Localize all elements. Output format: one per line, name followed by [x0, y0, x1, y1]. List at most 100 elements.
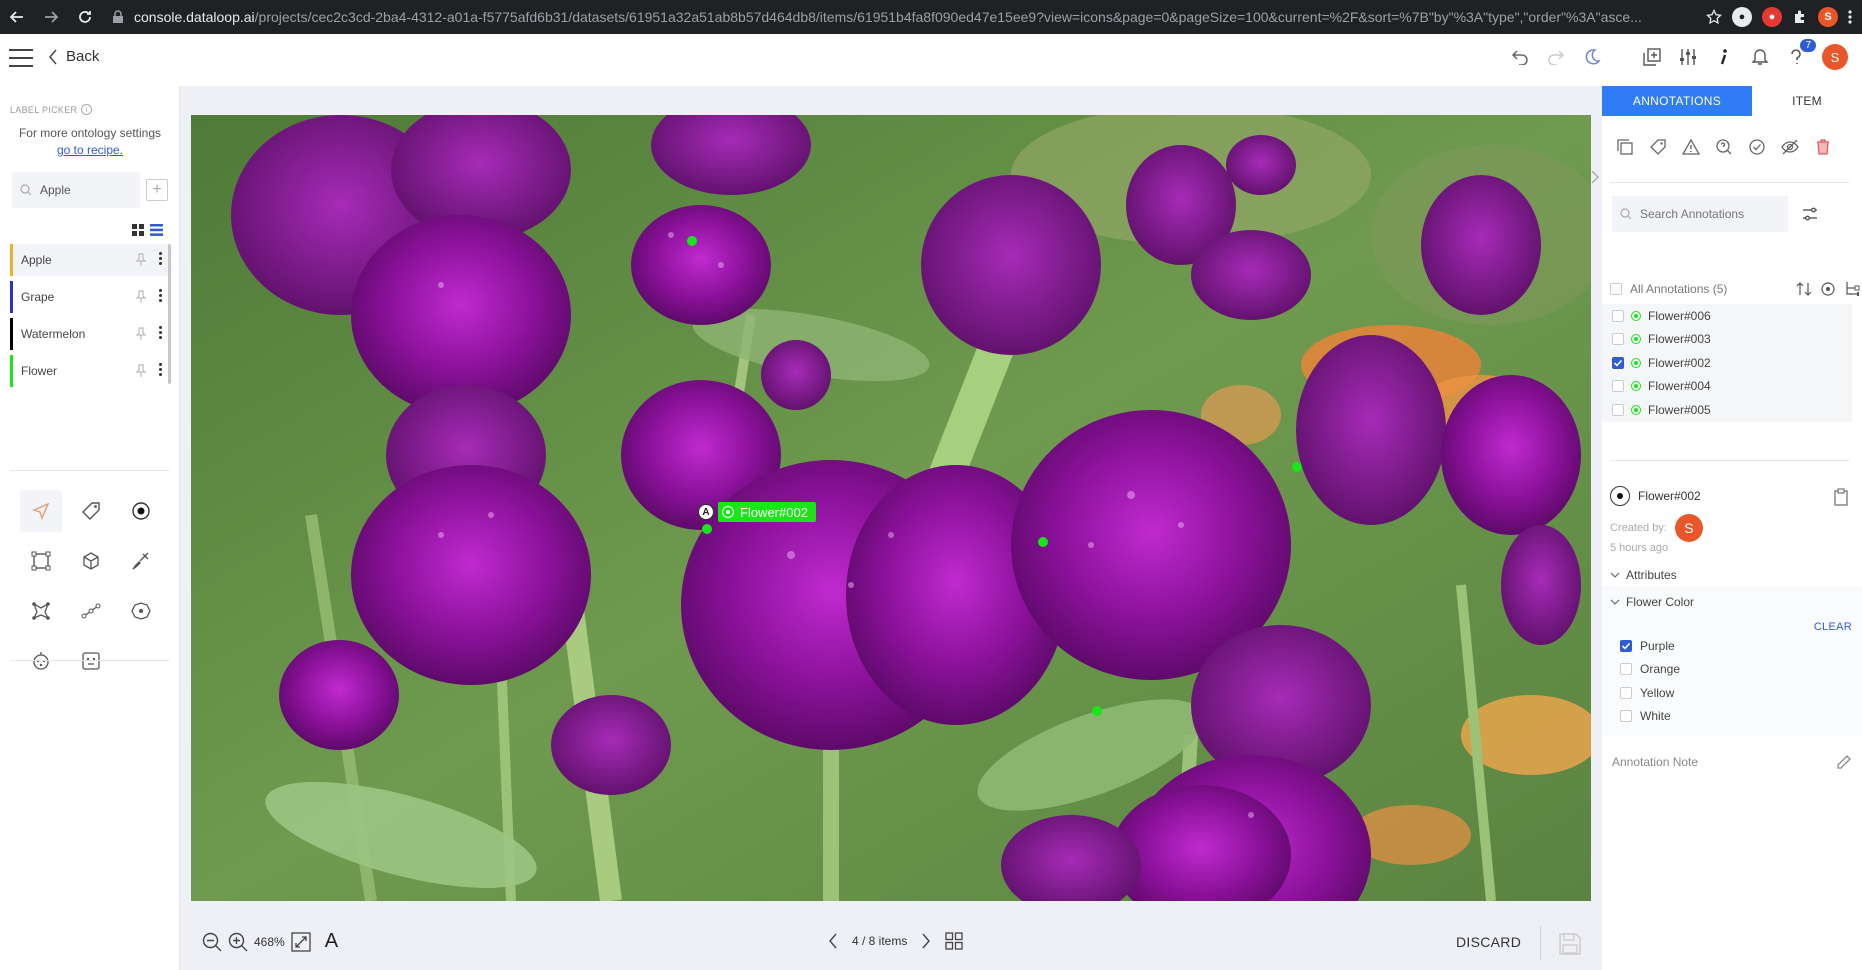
- option-orange[interactable]: Orange: [1620, 658, 1680, 682]
- more-options-icon[interactable]: [159, 363, 162, 378]
- add-to-collection-icon[interactable]: [1642, 47, 1662, 67]
- profile-avatar[interactable]: S: [1818, 7, 1838, 27]
- more-options-icon[interactable]: [159, 252, 162, 267]
- grid-view-icon[interactable]: [132, 224, 144, 236]
- checkbox[interactable]: [1620, 639, 1632, 652]
- annotation-row[interactable]: Flower#005: [1602, 398, 1852, 422]
- delete-icon[interactable]: [1812, 136, 1834, 158]
- label-item-grape[interactable]: Grape: [10, 281, 168, 313]
- list-view-icon[interactable]: [150, 224, 163, 236]
- annotation-point[interactable]: [687, 236, 697, 246]
- clipboard-icon[interactable]: [1834, 488, 1848, 506]
- annotation-point-selected[interactable]: [702, 524, 712, 534]
- tab-annotations[interactable]: ANNOTATIONS: [1602, 86, 1752, 116]
- back-arrow-icon[interactable]: [0, 0, 34, 34]
- annotation-point[interactable]: [1292, 462, 1302, 472]
- hierarchy-icon[interactable]: [1844, 281, 1860, 297]
- puzzle-icon[interactable]: [1792, 9, 1808, 25]
- label-item-watermelon[interactable]: Watermelon: [10, 318, 168, 350]
- review-icon[interactable]: [1713, 136, 1735, 158]
- label-item-flower[interactable]: Flower: [10, 355, 168, 387]
- option-purple[interactable]: Purple: [1620, 634, 1680, 658]
- save-icon[interactable]: [1558, 932, 1582, 956]
- help-icon[interactable]: 7: [1786, 39, 1816, 67]
- item-image[interactable]: A Flower#002: [191, 115, 1591, 901]
- semantic-tool-icon[interactable]: [120, 590, 162, 632]
- bookmark-star-icon[interactable]: [1706, 9, 1722, 25]
- approve-icon[interactable]: [1746, 136, 1768, 158]
- annotation-checkbox[interactable]: [1612, 403, 1624, 416]
- redo-icon[interactable]: [1546, 47, 1566, 67]
- polyline-tool-icon[interactable]: [70, 590, 112, 632]
- settings-sliders-icon[interactable]: [1678, 47, 1698, 67]
- copy-icon[interactable]: [1614, 136, 1636, 158]
- info-icon[interactable]: [1714, 47, 1734, 67]
- polygon-tool-icon[interactable]: [20, 590, 62, 632]
- pin-icon[interactable]: [136, 327, 146, 341]
- zoom-out-icon[interactable]: [202, 932, 222, 952]
- sort-icon[interactable]: [1796, 281, 1812, 297]
- gallery-grid-icon[interactable]: [945, 932, 964, 950]
- pose-tool-icon[interactable]: [20, 640, 62, 682]
- tag-icon[interactable]: [1647, 136, 1669, 158]
- annotation-checkbox[interactable]: [1612, 380, 1624, 393]
- annotation-point[interactable]: [1038, 537, 1048, 547]
- option-yellow[interactable]: Yellow: [1620, 681, 1680, 705]
- checkbox[interactable]: [1620, 710, 1632, 723]
- next-item-icon[interactable]: [921, 933, 931, 949]
- pin-icon[interactable]: [136, 253, 146, 267]
- hamburger-menu-icon[interactable]: [9, 49, 33, 69]
- annotation-label[interactable]: A Flower#002: [698, 502, 816, 522]
- extension-icon[interactable]: ●: [1762, 7, 1782, 27]
- discard-button[interactable]: DISCARD: [1456, 934, 1521, 950]
- kebab-menu-icon[interactable]: [1848, 9, 1852, 25]
- tag-tool-icon[interactable]: [70, 490, 112, 532]
- annotation-point[interactable]: [1092, 706, 1102, 716]
- info-icon[interactable]: i: [81, 104, 93, 115]
- cube-tool-icon[interactable]: [70, 540, 112, 582]
- annotation-row[interactable]: Flower#002: [1602, 351, 1852, 375]
- annotation-checkbox[interactable]: [1612, 309, 1624, 322]
- zoom-in-icon[interactable]: [228, 932, 248, 952]
- label-item-apple[interactable]: Apple: [10, 244, 168, 276]
- label-search[interactable]: [12, 172, 140, 208]
- annotation-checkbox[interactable]: [1612, 333, 1624, 346]
- pin-icon[interactable]: [136, 364, 146, 378]
- user-avatar[interactable]: S: [1822, 44, 1848, 70]
- hide-icon[interactable]: [1779, 136, 1801, 158]
- label-search-input[interactable]: [40, 183, 130, 197]
- forward-arrow-icon[interactable]: [34, 0, 68, 34]
- annotation-search-input[interactable]: [1640, 207, 1780, 221]
- back-button[interactable]: Back: [48, 48, 99, 65]
- flower-color-toggle[interactable]: Flower Color: [1610, 595, 1694, 609]
- filter-icon[interactable]: [1802, 206, 1818, 222]
- face-tool-icon[interactable]: [70, 640, 112, 682]
- checkbox[interactable]: [1620, 686, 1632, 699]
- extension-icon[interactable]: ●: [1732, 7, 1752, 27]
- warning-icon[interactable]: [1680, 136, 1702, 158]
- text-toggle-button[interactable]: A: [325, 930, 338, 953]
- all-annotations-row[interactable]: All Annotations (5): [1610, 282, 1810, 296]
- attributes-section-toggle[interactable]: Attributes: [1610, 568, 1677, 582]
- annotation-row[interactable]: Flower#004: [1602, 375, 1852, 399]
- annotation-search[interactable]: [1612, 196, 1788, 232]
- annotation-checkbox[interactable]: [1612, 356, 1624, 369]
- more-options-icon[interactable]: [159, 289, 162, 304]
- recipe-link[interactable]: go to recipe.: [0, 143, 180, 157]
- reload-icon[interactable]: [68, 0, 102, 34]
- point-tool-icon[interactable]: [120, 490, 162, 532]
- fit-to-screen-icon[interactable]: [291, 931, 311, 952]
- brush-tool-icon[interactable]: [120, 540, 162, 582]
- annotation-row[interactable]: Flower#006: [1602, 304, 1852, 328]
- undo-icon[interactable]: [1510, 47, 1530, 67]
- add-label-button[interactable]: +: [146, 179, 168, 201]
- pencil-icon[interactable]: [1836, 754, 1852, 770]
- select-all-checkbox[interactable]: [1610, 283, 1622, 295]
- option-white[interactable]: White: [1620, 705, 1680, 729]
- annotation-note[interactable]: Annotation Note: [1612, 754, 1852, 770]
- dark-mode-moon-icon[interactable]: [1582, 47, 1602, 67]
- pin-icon[interactable]: [136, 290, 146, 304]
- more-options-icon[interactable]: [159, 326, 162, 341]
- annotation-row[interactable]: Flower#003: [1602, 328, 1852, 352]
- bell-icon[interactable]: [1750, 47, 1770, 67]
